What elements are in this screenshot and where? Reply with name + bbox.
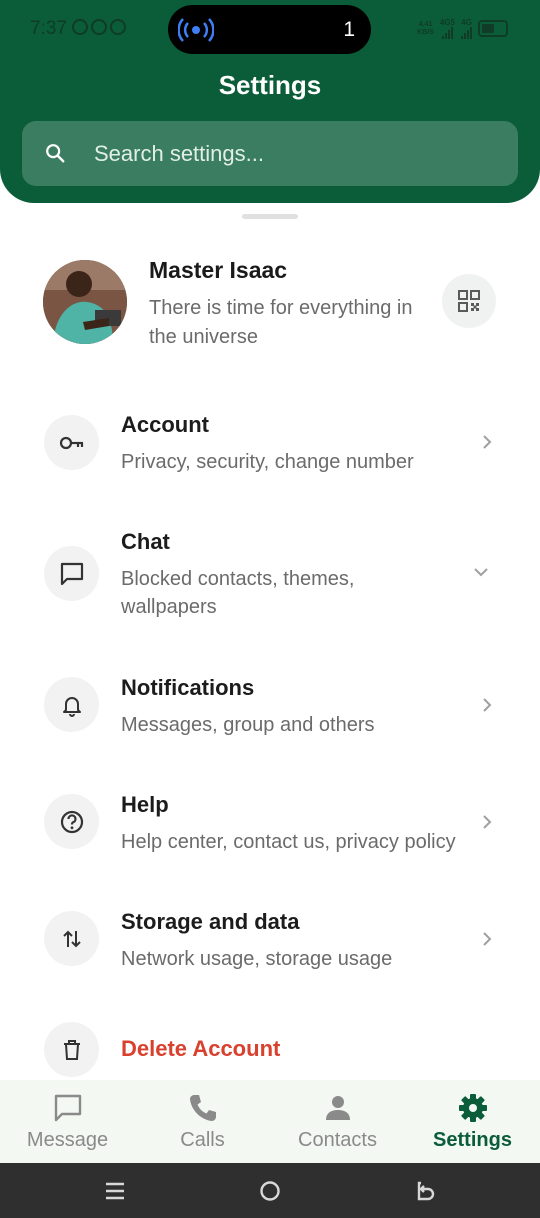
- item-subtitle: Privacy, security, change number: [121, 451, 414, 473]
- message-icon: [54, 1094, 82, 1122]
- nav-label: Settings: [433, 1129, 512, 1151]
- item-title: Notifications: [121, 675, 255, 700]
- dynamic-island[interactable]: 1: [168, 5, 371, 54]
- chat-icon: [60, 562, 83, 585]
- storage-icon: [62, 930, 81, 947]
- settings-item-notifications[interactable]: Notifications Messages, group and others: [0, 663, 540, 763]
- item-title: Storage and data: [121, 909, 300, 934]
- item-subtitle: Blocked contacts, themes, wallpapers: [121, 568, 355, 618]
- nav-label: Contacts: [298, 1129, 377, 1151]
- system-navigation-bar: [0, 1163, 540, 1218]
- nav-item-message[interactable]: Message: [0, 1080, 135, 1163]
- person-icon: [326, 1096, 350, 1120]
- bell-icon: [62, 696, 81, 717]
- settings-item-storage[interactable]: Storage and data Network usage, storage …: [0, 897, 540, 997]
- settings-screen: 7:37 1 4.41 KB/S 4G5 4G Settings Search …: [0, 0, 540, 1218]
- battery-icon: [478, 20, 508, 37]
- chevron-right-icon: [483, 932, 492, 946]
- item-subtitle: Messages, group and others: [121, 714, 375, 736]
- network-type-label: 4G: [461, 18, 472, 27]
- whatsapp-icon: [72, 19, 88, 35]
- avatar-photo: [43, 260, 127, 344]
- signal-4g5: 4G5: [440, 18, 455, 39]
- search-input[interactable]: [94, 121, 494, 186]
- header: 7:37 1 4.41 KB/S 4G5 4G Settings Search …: [0, 0, 540, 203]
- signal-4g: 4G: [461, 18, 472, 39]
- chevron-right-icon: [483, 435, 492, 449]
- bottom-navigation: Message Calls Contacts Settings: [0, 1080, 540, 1163]
- facebook-icon: [91, 19, 107, 35]
- item-icon-wrap: [44, 794, 99, 849]
- broadcast-icon: [178, 18, 214, 42]
- signal-bars-icon: [461, 27, 472, 39]
- settings-item-chat[interactable]: Chat Blocked contacts, themes, wallpaper…: [0, 517, 540, 637]
- qr-code-icon: [458, 290, 480, 312]
- item-subtitle: Help center, contact us, privacy policy: [121, 831, 456, 853]
- recent-apps-icon[interactable]: [103, 1179, 127, 1203]
- avatar[interactable]: [43, 260, 127, 344]
- settings-item-delete-account[interactable]: Delete Account: [0, 1014, 540, 1080]
- item-title: Chat: [121, 529, 170, 554]
- delete-account-label: Delete Account: [121, 1036, 281, 1061]
- item-icon-wrap: [44, 415, 99, 470]
- item-icon-wrap: [44, 1022, 99, 1077]
- home-icon[interactable]: [258, 1179, 282, 1203]
- help-icon: [60, 810, 83, 833]
- item-title: Help: [121, 792, 169, 817]
- search-box[interactable]: [22, 121, 518, 186]
- settings-item-help[interactable]: Help Help center, contact us, privacy po…: [0, 780, 540, 880]
- key-icon: [59, 436, 83, 449]
- nav-label: Message: [26, 1129, 109, 1151]
- network-speed: 4.41 KB/S: [417, 20, 434, 36]
- qr-code-button[interactable]: [442, 274, 496, 328]
- island-count: 1: [343, 18, 355, 41]
- chevron-right-icon: [483, 698, 492, 712]
- nav-item-calls[interactable]: Calls: [135, 1080, 270, 1163]
- phone-icon: [190, 1095, 216, 1121]
- item-title: Account: [121, 412, 209, 437]
- whatsapp-business-icon: [110, 19, 126, 35]
- page-title: Settings: [218, 70, 322, 100]
- gear-icon: [459, 1094, 487, 1122]
- trash-icon: [63, 1039, 80, 1060]
- profile-status: There is time for everything in the univ…: [149, 297, 413, 348]
- nav-item-contacts[interactable]: Contacts: [270, 1080, 405, 1163]
- signal-bars-icon: [441, 27, 453, 39]
- profile-name: Master Isaac: [149, 257, 288, 283]
- status-bar: 7:37 1 4.41 KB/S 4G5 4G: [0, 0, 540, 58]
- chevron-down-icon: [474, 568, 488, 577]
- item-icon-wrap: [44, 677, 99, 732]
- status-indicators: 4.41 KB/S 4G5 4G: [417, 18, 508, 39]
- status-time: 7:37: [30, 18, 67, 39]
- item-icon-wrap: [44, 546, 99, 601]
- search-icon: [46, 144, 65, 163]
- drag-handle[interactable]: [242, 214, 298, 219]
- network-type-label: 4G5: [439, 18, 455, 27]
- item-subtitle: Network usage, storage usage: [121, 948, 393, 970]
- back-icon[interactable]: [413, 1179, 437, 1203]
- notification-icons: [72, 19, 126, 35]
- settings-item-account[interactable]: Account Privacy, security, change number: [0, 400, 540, 500]
- chevron-right-icon: [483, 815, 492, 829]
- item-icon-wrap: [44, 911, 99, 966]
- nav-label: Calls: [180, 1129, 225, 1151]
- profile-card[interactable]: Master Isaac There is time for everythin…: [0, 245, 540, 365]
- nav-item-settings[interactable]: Settings: [405, 1080, 540, 1163]
